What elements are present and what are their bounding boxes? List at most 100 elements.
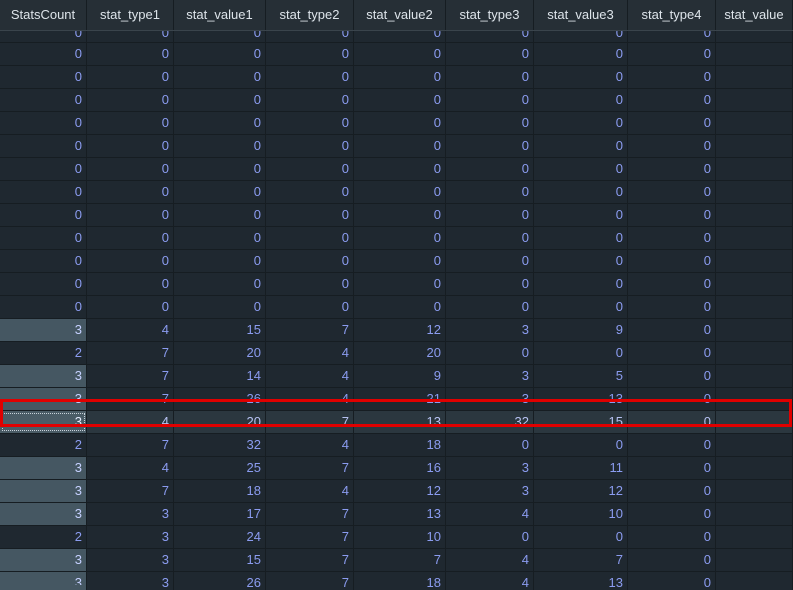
table-row[interactable]: 00000000 [0, 89, 793, 112]
table-cell[interactable]: 0 [0, 181, 87, 203]
table-cell[interactable]: 0 [0, 204, 87, 226]
table-cell[interactable]: 0 [87, 250, 174, 272]
table-row[interactable]: 00000000 [0, 135, 793, 158]
table-cell[interactable]: 20 [174, 411, 266, 433]
table-cell[interactable]: 3 [446, 319, 534, 341]
table-cell[interactable] [716, 250, 793, 272]
table-cell[interactable]: 13 [354, 503, 446, 525]
table-cell[interactable] [716, 365, 793, 387]
table-cell[interactable]: 0 [266, 204, 354, 226]
table-cell[interactable]: 15 [174, 319, 266, 341]
table-cell[interactable]: 0 [534, 342, 628, 364]
table-cell[interactable]: 26 [174, 572, 266, 590]
table-cell[interactable]: 15 [534, 411, 628, 433]
table-cell[interactable]: 0 [534, 89, 628, 111]
table-cell[interactable]: 3 [87, 503, 174, 525]
table-cell[interactable]: 0 [628, 411, 716, 433]
table-cell[interactable]: 0 [174, 135, 266, 157]
table-cell[interactable]: 3 [446, 457, 534, 479]
table-cell[interactable]: 0 [174, 112, 266, 134]
column-header-stat-value3[interactable]: stat_value3 [534, 0, 628, 30]
table-cell[interactable] [716, 434, 793, 456]
table-cell[interactable]: 0 [628, 158, 716, 180]
table-cell[interactable] [716, 572, 793, 590]
table-cell[interactable] [716, 319, 793, 341]
table-cell[interactable] [716, 135, 793, 157]
table-row[interactable]: 3 7 18 4 12 3 12 0 [0, 480, 793, 503]
table-cell[interactable]: 4 [87, 319, 174, 341]
table-cell[interactable]: 9 [354, 365, 446, 387]
table-cell[interactable]: 3 [446, 480, 534, 502]
table-cell[interactable]: 0 [534, 158, 628, 180]
table-cell[interactable] [716, 480, 793, 502]
data-grid[interactable]: StatsCount stat_type1 stat_value1 stat_type… [0, 0, 793, 590]
table-cell[interactable]: 0 [87, 89, 174, 111]
table-cell[interactable]: 0 [87, 112, 174, 134]
table-cell[interactable]: 0 [354, 31, 446, 42]
table-cell[interactable]: 2 [0, 434, 87, 456]
table-cell[interactable]: 0 [534, 296, 628, 318]
table-cell[interactable]: 9 [534, 319, 628, 341]
table-cell[interactable]: 2 [0, 342, 87, 364]
table-cell[interactable]: 0 [354, 112, 446, 134]
table-cell[interactable]: 7 [266, 549, 354, 571]
table-cell[interactable]: 0 [628, 319, 716, 341]
table-cell[interactable]: 0 [446, 112, 534, 134]
table-cell[interactable]: 0 [628, 480, 716, 502]
table-cell[interactable]: 4 [266, 480, 354, 502]
table-row[interactable]: 00000000 [0, 181, 793, 204]
table-cell[interactable]: 3 [87, 526, 174, 548]
table-cell[interactable]: 0 [354, 204, 446, 226]
table-row[interactable]: 3 3 26 7 18 4 13 0 [0, 572, 793, 590]
table-cell[interactable] [716, 342, 793, 364]
table-cell[interactable]: 0 [0, 31, 87, 42]
table-cell[interactable]: 25 [174, 457, 266, 479]
column-header-stat-type2[interactable]: stat_type2 [266, 0, 354, 30]
table-row[interactable]: 2 7 32 4 18 0 0 0 [0, 434, 793, 457]
table-cell[interactable]: 7 [266, 572, 354, 590]
table-cell[interactable]: 7 [534, 549, 628, 571]
table-cell[interactable]: 0 [628, 365, 716, 387]
table-cell[interactable]: 0 [87, 43, 174, 65]
table-cell[interactable]: 0 [628, 43, 716, 65]
table-cell[interactable]: 7 [87, 365, 174, 387]
table-row-partial[interactable]: 00000000 [0, 31, 793, 43]
table-cell[interactable]: 4 [87, 411, 174, 433]
table-cell[interactable]: 0 [0, 296, 87, 318]
table-cell[interactable]: 0 [628, 342, 716, 364]
table-cell[interactable]: 0 [354, 296, 446, 318]
table-cell[interactable]: 0 [628, 227, 716, 249]
table-cell[interactable]: 3 [0, 457, 87, 479]
column-header-stat-value2[interactable]: stat_value2 [354, 0, 446, 30]
table-cell[interactable]: 0 [174, 250, 266, 272]
table-cell[interactable]: 0 [534, 66, 628, 88]
table-cell[interactable]: 11 [534, 457, 628, 479]
table-row-selected[interactable]: 3 4 20 7 13 32 15 0 [0, 411, 793, 434]
table-cell[interactable] [716, 526, 793, 548]
table-cell[interactable]: 20 [354, 342, 446, 364]
table-cell[interactable]: 0 [87, 296, 174, 318]
table-cell[interactable]: 32 [446, 411, 534, 433]
table-cell[interactable]: 0 [354, 250, 446, 272]
table-cell[interactable] [716, 457, 793, 479]
column-header-stat-type4[interactable]: stat_type4 [628, 0, 716, 30]
column-header-stat-value[interactable]: stat_value [716, 0, 793, 30]
table-cell[interactable]: 13 [534, 388, 628, 410]
table-row[interactable]: 3 7 14 4 9 3 5 0 [0, 365, 793, 388]
table-cell[interactable]: 0 [628, 31, 716, 42]
table-cell[interactable]: 0 [628, 112, 716, 134]
table-cell[interactable]: 0 [446, 342, 534, 364]
table-cell[interactable]: 4 [266, 388, 354, 410]
table-cell[interactable]: 18 [174, 480, 266, 502]
table-cell[interactable]: 0 [174, 43, 266, 65]
table-cell[interactable]: 0 [0, 66, 87, 88]
table-cell[interactable] [716, 112, 793, 134]
table-cell[interactable]: 0 [0, 158, 87, 180]
table-cell[interactable]: 0 [0, 89, 87, 111]
table-cell[interactable]: 0 [534, 204, 628, 226]
table-cell[interactable]: 0 [354, 66, 446, 88]
table-cell[interactable]: 0 [446, 204, 534, 226]
table-cell[interactable]: 0 [534, 181, 628, 203]
table-cell[interactable] [716, 388, 793, 410]
table-cell[interactable]: 18 [354, 572, 446, 590]
